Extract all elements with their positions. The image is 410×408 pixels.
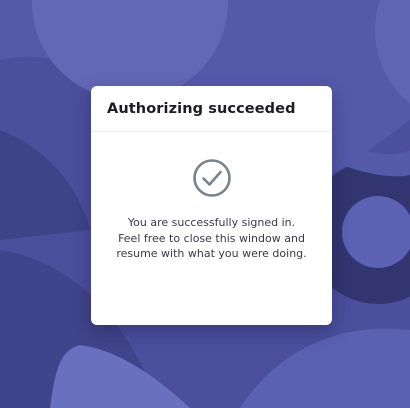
auth-success-dialog: Authorizing succeeded You are successful… (91, 86, 332, 325)
message-line: resume with what you were doing. (116, 247, 307, 260)
message-line: You are successfully signed in. (127, 216, 296, 229)
dialog-header: Authorizing succeeded (91, 86, 332, 132)
check-circle-icon (192, 159, 231, 197)
success-message: You are successfully signed in. Feel fre… (98, 215, 326, 262)
message-line: Feel free to close this window and (118, 231, 305, 245)
dialog-body: You are successfully signed in. Feel fre… (91, 132, 332, 262)
dialog-title: Authorizing succeeded (107, 100, 296, 117)
